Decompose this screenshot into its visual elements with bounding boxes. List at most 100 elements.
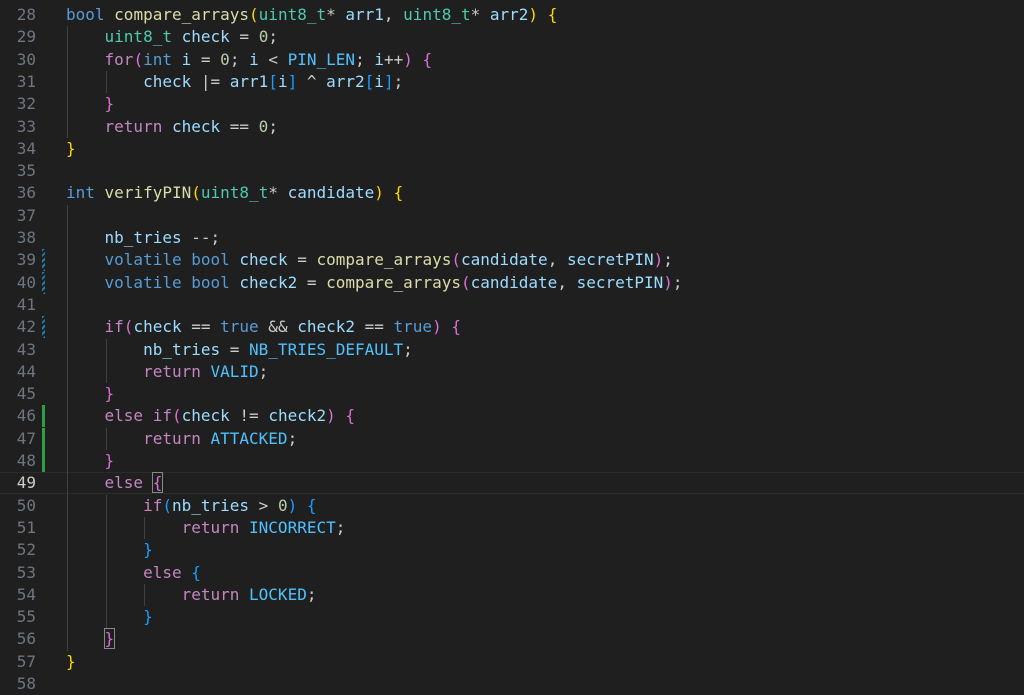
code-line[interactable]: 48 }: [0, 450, 1024, 472]
code-token: true: [220, 317, 259, 337]
code-line[interactable]: 42 if(check == true && check2 == true) {: [0, 316, 1024, 339]
code-line[interactable]: 37: [0, 205, 1024, 227]
code-line[interactable]: 56 }: [0, 628, 1024, 650]
code-token: arr1: [345, 5, 384, 24]
code-line[interactable]: 53 else {: [0, 562, 1024, 584]
code-text: nb_tries --;: [66, 227, 221, 249]
code-line[interactable]: 54 return LOCKED;: [0, 584, 1024, 606]
code-line[interactable]: 49 else {: [0, 472, 1024, 495]
code-text: check |= arr1[i] ^ arr2[i];: [66, 71, 403, 93]
gutter-added-marker[interactable]: [42, 427, 45, 450]
code-token: bool: [191, 250, 230, 270]
code-text: }: [66, 606, 153, 628]
code-token: true: [393, 317, 433, 337]
code-token: ): [403, 49, 413, 69]
code-token: ;: [229, 49, 250, 69]
code-token: =: [229, 27, 259, 47]
code-token: bool: [191, 272, 230, 292]
code-token: int: [66, 183, 95, 203]
code-text: }: [66, 628, 116, 650]
code-token: check: [171, 116, 221, 136]
code-line[interactable]: 52 }: [0, 539, 1024, 561]
code-token: uint8_t: [258, 5, 327, 24]
code-line[interactable]: 36 int verifyPIN(uint8_t* candidate) {: [0, 182, 1024, 204]
gutter-modified-marker[interactable]: [42, 316, 45, 339]
code-token: ;: [258, 361, 269, 381]
code-token: ;: [268, 27, 278, 47]
code-token: bool: [66, 5, 105, 24]
code-token: verifyPIN: [104, 183, 192, 203]
code-line[interactable]: 35: [0, 160, 1024, 182]
code-token: candidate: [287, 183, 375, 203]
code-token: (: [249, 5, 259, 24]
code-text: else {: [66, 562, 201, 584]
code-token: nb_tries: [143, 339, 221, 359]
code-line[interactable]: 46 else if(check != check2) {: [0, 405, 1024, 428]
code-line[interactable]: 43 nb_tries = NB_TRIES_DEFAULT;: [0, 339, 1024, 361]
code-line[interactable]: 28 bool compare_arrays(uint8_t* arr1, uin…: [0, 4, 1024, 26]
gutter-modified-marker[interactable]: [42, 249, 45, 272]
code-line[interactable]: 50 if(nb_tries > 0) {: [0, 495, 1024, 517]
line-number: 49: [16, 473, 36, 493]
code-token: }: [104, 94, 115, 114]
code-token: check: [239, 250, 288, 270]
code-token: }: [103, 628, 116, 650]
code-line[interactable]: 40 volatile bool check2 = compare_arrays…: [0, 271, 1024, 294]
code-line[interactable]: 29 uint8_t check = 0;: [0, 26, 1024, 48]
code-line[interactable]: 51 return INCORRECT;: [0, 517, 1024, 539]
gutter-modified-marker[interactable]: [42, 271, 45, 294]
line-number: 51: [16, 517, 36, 537]
code-token: !=: [229, 406, 269, 426]
code-token: *: [326, 5, 346, 24]
code-line[interactable]: 47 return ATTACKED;: [0, 427, 1024, 450]
code-line[interactable]: 41: [0, 294, 1024, 316]
code-token: =: [220, 339, 250, 359]
code-token: nb_tries: [104, 228, 182, 247]
code-text: }: [66, 93, 115, 115]
code-line[interactable]: 39 volatile bool check = compare_arrays(…: [0, 249, 1024, 272]
code-line[interactable]: 30 for(int i = 0; i < PIN_LEN; i++) {: [0, 49, 1024, 71]
code-line[interactable]: 31 check |= arr1[i] ^ arr2[i];: [0, 71, 1024, 93]
code-token: compare_arrays: [316, 250, 452, 270]
code-token: }: [104, 384, 115, 404]
code-token: i: [374, 49, 384, 69]
line-number: 43: [16, 339, 36, 359]
code-line[interactable]: 33 return check == 0;: [0, 116, 1024, 138]
code-token: check2: [268, 406, 327, 426]
code-token: check: [181, 27, 230, 47]
code-line[interactable]: 38 nb_tries --;: [0, 227, 1024, 249]
code-line[interactable]: 57}: [0, 651, 1024, 673]
code-editor[interactable]: 28 bool compare_arrays(uint8_t* arr1, uin…: [0, 0, 1024, 693]
code-line[interactable]: 45 }: [0, 383, 1024, 405]
code-line[interactable]: 58: [0, 673, 1024, 695]
code-token: <: [258, 49, 288, 69]
code-token: candidate: [470, 272, 558, 292]
code-token: ;: [335, 517, 346, 537]
code-token: if: [152, 406, 172, 426]
code-line[interactable]: 32 }: [0, 93, 1024, 115]
gutter-added-marker[interactable]: [42, 405, 45, 428]
code-token: =: [287, 250, 317, 270]
code-line[interactable]: 55 }: [0, 606, 1024, 628]
code-token: i: [181, 49, 192, 69]
gutter-added-marker[interactable]: [42, 450, 45, 472]
code-token: ;: [663, 250, 673, 270]
code-line[interactable]: 44 return VALID;: [0, 361, 1024, 383]
code-token: *: [470, 5, 490, 24]
code-token: PIN_LEN: [287, 49, 356, 69]
code-token: int: [143, 49, 172, 69]
code-line[interactable]: 34}: [0, 138, 1024, 160]
code-token: (: [460, 272, 471, 292]
code-token: volatile: [104, 272, 182, 292]
